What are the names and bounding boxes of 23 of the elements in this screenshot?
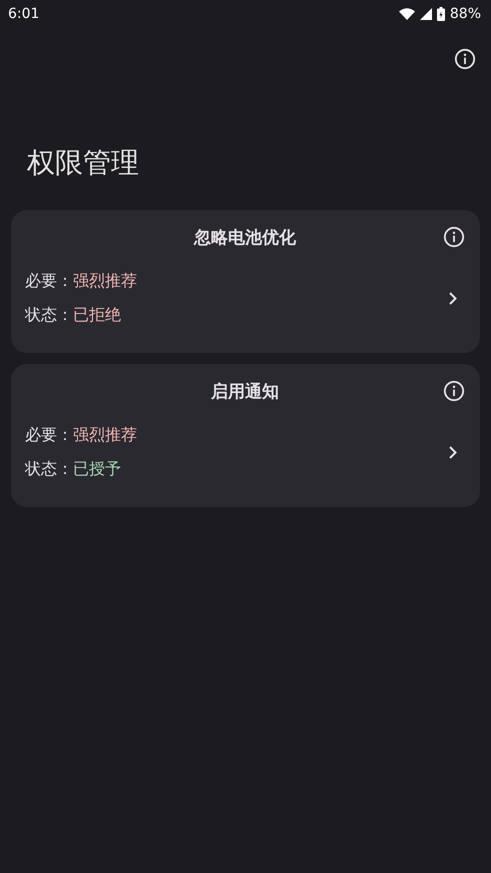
field-value: 强烈推荐 [73,424,137,446]
permission-card[interactable]: 启用通知 必要：强烈推荐 状态：已授予 [11,364,480,507]
permission-card[interactable]: 忽略电池优化 必要：强烈推荐 状态：已拒绝 [11,210,480,353]
field-value: 已授予 [73,458,121,480]
field-label: 状态： [25,304,73,326]
wifi-icon [398,8,415,20]
page-title: 权限管理 [26,145,140,181]
field-value: 已拒绝 [73,304,121,326]
card-title: 忽略电池优化 [194,226,296,248]
info-icon[interactable] [443,380,465,402]
status-time: 6:01 [8,6,40,22]
battery-icon [436,7,445,21]
chevron-right-icon[interactable] [449,292,457,304]
info-icon[interactable] [443,226,465,248]
card-title: 启用通知 [211,380,279,402]
field-label: 状态： [25,458,73,480]
chevron-right-icon[interactable] [449,446,457,458]
field-value: 强烈推荐 [73,270,137,292]
info-icon[interactable] [454,48,476,70]
field-label: 必要： [25,424,73,446]
field-label: 必要： [25,270,73,292]
battery-percent: 88% [450,6,481,22]
signal-icon [420,8,432,20]
